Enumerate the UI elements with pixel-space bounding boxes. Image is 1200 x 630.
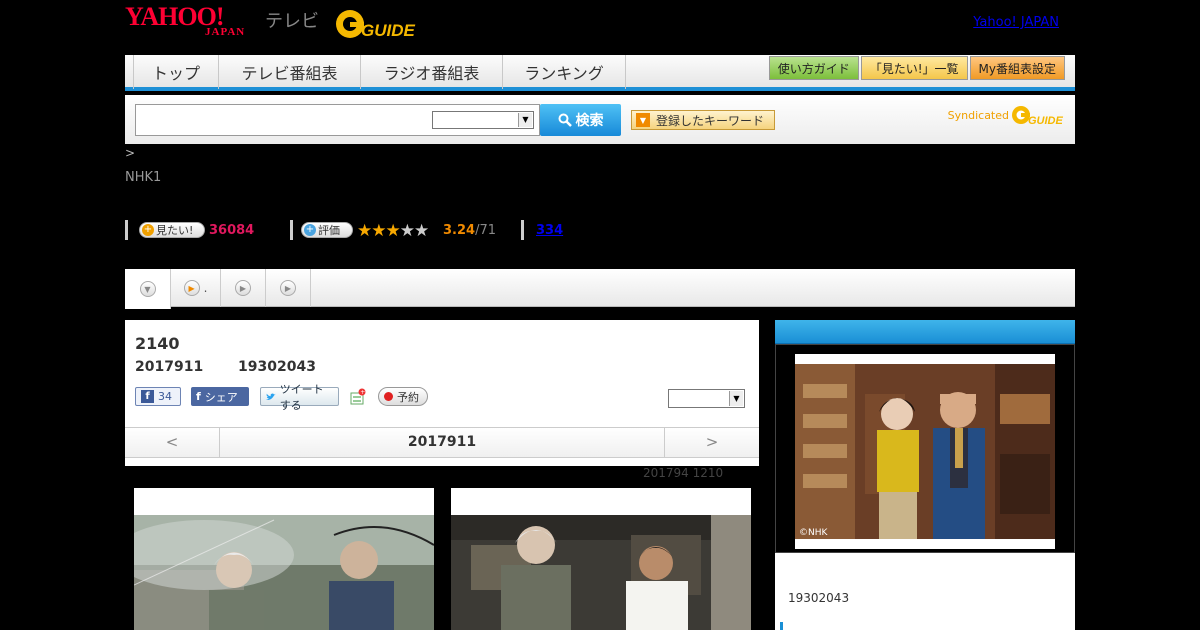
play-icon: ▶ <box>235 280 251 296</box>
gguide-logo-text: GUIDE <box>361 21 416 40</box>
search-bar: ▼ 検索 ▼ 登録したキーワード Syndicated GUIDE <box>125 95 1075 144</box>
tab-3[interactable]: ▶ <box>221 269 266 307</box>
chevron-down-icon: ▼ <box>729 391 743 406</box>
main-nav: トップ テレビ番組表 ラジオ番組表 ランキング 使い方ガイド 「見たい!」一覧 … <box>125 55 1075 91</box>
nav-right-buttons: 使い方ガイド 「見たい!」一覧 My番組表設定 <box>768 56 1065 80</box>
plus-icon: + <box>304 224 316 236</box>
syndicated-brand-text: GUIDE <box>1028 115 1064 126</box>
review-count-link[interactable]: 334 <box>536 223 563 238</box>
gguide-logo-icon[interactable]: GUIDE <box>333 6 433 40</box>
play-icon: ▶ <box>183 280 200 296</box>
tweet-label: ツイートする <box>279 382 324 412</box>
plus-icon: + <box>142 224 154 236</box>
tab-2[interactable]: ▶ . <box>171 269 221 307</box>
tab-4[interactable]: ▶ <box>266 269 311 307</box>
tweet-button[interactable]: ツイートする <box>260 383 339 412</box>
content-tabs: ▼ ▶ . ▶ ▶ <box>125 269 1075 309</box>
facebook-share-label: シェア <box>204 390 238 404</box>
star-empty-icon: ★★ <box>399 221 430 241</box>
yahoo-logo[interactable]: YAHOO! <box>125 4 224 30</box>
hyoka-label: 評価 <box>318 224 340 237</box>
tv-logo-text[interactable]: テレビ <box>265 7 319 33</box>
program-photo-1 <box>134 515 434 630</box>
last-updated: 201794 1210 <box>643 466 724 480</box>
channel-name: NHK1 <box>125 170 162 185</box>
site-header: YAHOO! JAPAN テレビ GUIDE Yahoo! JAPAN <box>125 0 1075 52</box>
side-section-marker <box>780 622 783 630</box>
facebook-icon: f <box>141 390 154 403</box>
breadcrumb[interactable]: > <box>125 146 135 160</box>
nav-tab-tv-schedule[interactable]: テレビ番組表 <box>218 55 360 89</box>
registered-keyword-label: 登録したキーワード <box>656 113 765 128</box>
image-credit: ©NHK <box>799 528 829 538</box>
triangle-down-icon: ▼ <box>636 113 650 127</box>
search-button-label: 検索 <box>575 113 604 129</box>
mitai-button[interactable]: + 見たい! <box>139 222 205 238</box>
pager-prev-button[interactable]: < <box>125 428 220 457</box>
photo-card-1[interactable] <box>134 488 434 630</box>
facebook-icon: f <box>196 390 201 403</box>
yahoo-logo-japan: JAPAN <box>205 26 246 38</box>
mitai-label: 見たい! <box>156 224 194 237</box>
yahoo-japan-link[interactable]: Yahoo! JAPAN <box>973 15 1059 30</box>
search-button[interactable]: 検索 <box>540 104 621 136</box>
reserve-label: 予約 <box>397 390 419 404</box>
page: YAHOO! JAPAN テレビ GUIDE Yahoo! JAPAN トップ … <box>0 0 1200 630</box>
nav-tab-radio-schedule[interactable]: ラジオ番組表 <box>360 55 502 89</box>
program-action-select[interactable]: ▼ <box>668 389 745 408</box>
chevron-down-icon: ▼ <box>139 281 156 297</box>
hyoka-button[interactable]: + 評価 <box>301 222 353 238</box>
facebook-count: 34 <box>158 390 172 403</box>
divider-bar <box>521 220 524 240</box>
chevron-down-icon: ▼ <box>518 113 532 127</box>
star-filled-icon: ★★★ <box>357 221 401 241</box>
reserve-button[interactable]: 予約 <box>378 387 428 406</box>
my-schedule-settings-button[interactable]: My番組表設定 <box>969 56 1065 80</box>
twitter-bird-icon <box>266 393 276 400</box>
bookmark-add-icon[interactable]: + <box>349 388 367 406</box>
usage-guide-button[interactable]: 使い方ガイド <box>768 56 859 80</box>
side-program-info: 19302043 <box>775 553 1075 630</box>
mitai-list-button[interactable]: 「見たい!」一覧 <box>860 56 968 80</box>
nav-tab-top[interactable]: トップ <box>133 55 218 89</box>
pager-next-button[interactable]: > <box>664 428 759 457</box>
search-category-select[interactable]: ▼ <box>432 111 534 129</box>
side-program-time: 19302043 <box>788 591 850 605</box>
date-pager: < 2017911 > <box>125 427 759 458</box>
photo-card-2[interactable] <box>451 488 751 630</box>
rating-value: 3.24/71 <box>443 223 496 238</box>
side-program-photo: ©NHK <box>795 354 1055 549</box>
program-time: 19302043 <box>238 359 316 375</box>
program-panel: 2140 2017911 19302043 f 34 f シェア ツイートする … <box>125 320 759 466</box>
gguide-small-logo-icon: GUIDE <box>1012 106 1064 126</box>
tab-2-label: . <box>203 281 208 295</box>
mitai-count: 36084 <box>209 223 255 238</box>
divider-bar <box>290 220 293 240</box>
play-icon: ▶ <box>280 280 296 296</box>
program-photo-2 <box>451 515 751 630</box>
side-program-image[interactable]: ©NHK <box>795 354 1055 549</box>
divider-bar <box>125 220 128 240</box>
facebook-share-button[interactable]: f シェア <box>191 387 249 406</box>
rating-score: 3.24 <box>443 223 476 238</box>
pager-date: 2017911 <box>407 434 477 450</box>
nav-tabs: トップ テレビ番組表 ラジオ番組表 ランキング <box>133 55 626 89</box>
program-title: 2140 <box>135 334 180 353</box>
tab-1[interactable]: ▼ <box>125 269 171 309</box>
side-panel-header <box>775 320 1075 344</box>
syndicated-gguide-logo: Syndicated GUIDE <box>948 104 1067 126</box>
rating-stars: ★★★★★ <box>357 221 430 241</box>
facebook-count-button[interactable]: f 34 <box>135 387 181 406</box>
program-date: 2017911 <box>135 359 204 375</box>
search-icon <box>558 113 572 127</box>
nav-tab-ranking[interactable]: ランキング <box>502 55 626 89</box>
rating-count: /71 <box>475 223 496 238</box>
record-dot-icon <box>384 392 393 401</box>
syndicated-label: Syndicated <box>947 108 1009 122</box>
svg-text:+: + <box>360 389 365 396</box>
registered-keyword-button[interactable]: ▼ 登録したキーワード <box>631 110 775 130</box>
